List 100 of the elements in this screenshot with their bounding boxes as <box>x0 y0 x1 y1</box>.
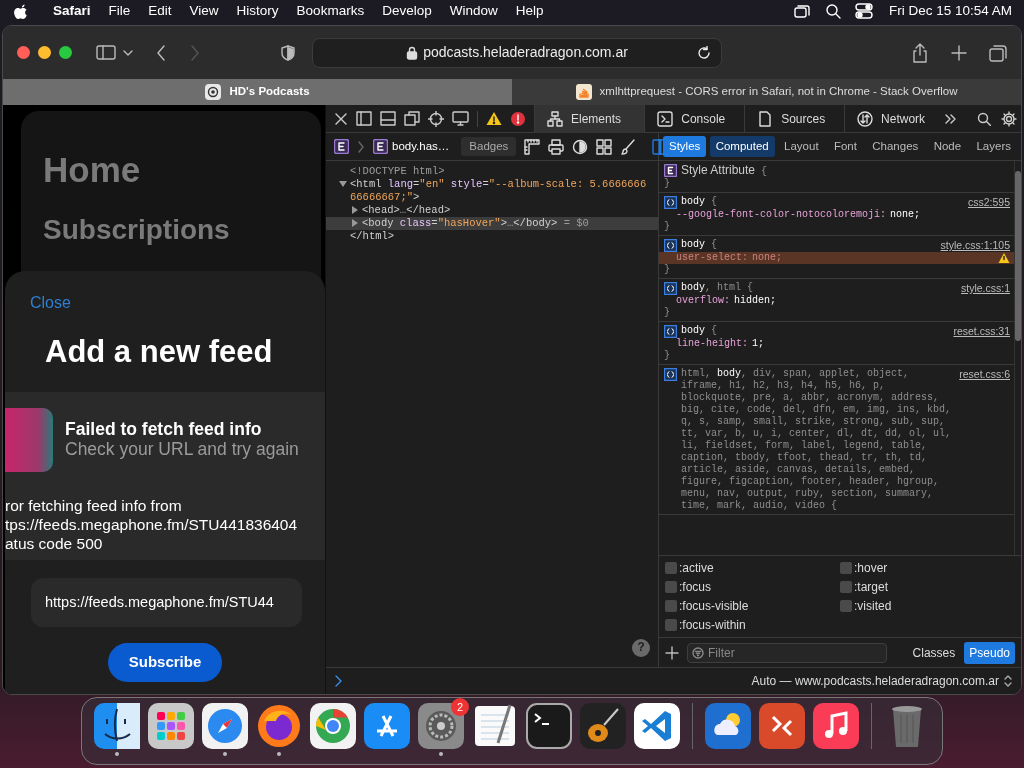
shield-icon[interactable] <box>280 44 296 61</box>
checkbox-label[interactable]: :focus <box>679 578 711 596</box>
share-icon[interactable] <box>911 42 929 63</box>
checkbox-label[interactable]: :focus-within <box>679 616 746 634</box>
devtools-tab[interactable]: Network <box>844 105 944 133</box>
filter-field[interactable]: Filter <box>687 642 887 663</box>
printer-icon[interactable] <box>548 138 565 155</box>
source-link[interactable]: css2:595 <box>967 196 1010 208</box>
error-icon[interactable] <box>510 110 526 127</box>
letter-a-icon[interactable] <box>364 703 410 749</box>
sidebar-tab[interactable]: Node <box>927 135 968 158</box>
guitar-icon[interactable] <box>580 703 626 749</box>
checkbox[interactable] <box>840 600 852 612</box>
source-link[interactable]: style.css:1:105 <box>940 239 1010 251</box>
crosshair-icon[interactable] <box>428 110 444 127</box>
source-link[interactable]: reset.css:6 <box>959 368 1010 380</box>
checkbox-label[interactable]: :hover <box>854 559 888 577</box>
dom-node-line[interactable]: </html> <box>326 230 658 243</box>
toggle-button[interactable]: Pseudo <box>964 641 1015 664</box>
source-link[interactable]: style.css:1 <box>961 282 1010 294</box>
menu-item[interactable]: File <box>99 0 140 22</box>
menu-item[interactable]: View <box>180 0 228 22</box>
sidebar-tab[interactable]: Changes <box>866 135 925 158</box>
windows-icon[interactable] <box>792 3 811 19</box>
double-chevron-icon[interactable] <box>944 112 957 125</box>
back-icon[interactable] <box>156 44 166 61</box>
arrows-icon[interactable] <box>759 703 805 749</box>
menu-item[interactable]: Edit <box>139 0 181 22</box>
sidebar-tab[interactable]: Computed <box>709 135 775 158</box>
dom-node-line[interactable]: <html lang="en" style="--album-scale: 5.666666666666667;"> <box>326 178 658 204</box>
sidebar-icon[interactable] <box>96 44 116 61</box>
checkbox-label[interactable]: :target <box>854 578 889 596</box>
zoom-window-button[interactable] <box>59 46 72 59</box>
checkbox-label[interactable]: :visited <box>854 597 892 615</box>
subscribe-button[interactable]: Subscribe <box>108 642 222 682</box>
cloud-sun-icon[interactable] <box>705 703 751 749</box>
smiling-face-icon[interactable] <box>94 703 140 749</box>
checkbox[interactable] <box>665 600 677 612</box>
gear-icon[interactable] <box>418 703 464 749</box>
prompt-chevron-icon[interactable] <box>334 675 344 687</box>
search-icon[interactable] <box>824 3 841 19</box>
checkbox-label[interactable]: :focus-visible <box>679 597 749 615</box>
circle-logo-icon[interactable] <box>310 703 356 749</box>
close-icon[interactable] <box>334 111 348 126</box>
checkbox[interactable] <box>665 619 677 631</box>
apple-icon[interactable] <box>12 2 28 20</box>
detach-window-icon[interactable] <box>404 111 420 126</box>
checkbox[interactable] <box>665 581 677 593</box>
scrollbar-thumb[interactable] <box>1015 171 1021 341</box>
source-link[interactable]: reset.css:31 <box>953 325 1010 337</box>
ribbon-logo-icon[interactable] <box>634 703 680 749</box>
up-down-chevron-icon[interactable] <box>1003 674 1013 688</box>
checkbox-label[interactable]: :active <box>679 559 714 577</box>
breadcrumb-item[interactable]: body.has… <box>373 137 450 156</box>
browser-tab[interactable]: HD's Podcasts <box>3 79 512 105</box>
warning-icon[interactable] <box>486 111 502 126</box>
address-bar[interactable]: podcasts.heladeradragon.com.ar <box>312 37 722 68</box>
compass-icon[interactable] <box>202 703 248 749</box>
menu-item[interactable]: Help <box>506 0 553 22</box>
menu-item[interactable]: History <box>227 0 288 22</box>
checkbox[interactable] <box>665 562 677 574</box>
monitor-icon[interactable] <box>452 111 469 126</box>
menu-item[interactable]: Bookmarks <box>287 0 374 22</box>
devtools-tab[interactable]: Elements <box>534 105 645 133</box>
close-window-button[interactable] <box>17 46 30 59</box>
contrast-icon[interactable] <box>572 138 589 155</box>
minimize-window-button[interactable] <box>38 46 51 59</box>
plus-icon[interactable] <box>951 44 967 61</box>
ruler-icon[interactable] <box>524 138 541 155</box>
sidebar-tab[interactable]: Layers <box>970 135 1017 158</box>
clock-text[interactable]: Fri Dec 15 10:54 AM <box>888 0 1012 22</box>
reload-icon[interactable] <box>697 45 711 60</box>
sidebar-tab[interactable]: Styles <box>663 135 707 158</box>
dom-node-line[interactable]: <!DOCTYPE html> <box>326 165 658 178</box>
disclosure-triangle-icon[interactable] <box>350 218 360 229</box>
sidebar-tab[interactable]: Font <box>827 135 863 158</box>
toggle-button[interactable]: Classes <box>907 641 961 664</box>
url-input[interactable]: https://feeds.megaphone.fm/STU44 <box>31 577 302 627</box>
terminal-icon[interactable] <box>526 703 572 749</box>
brush-icon[interactable] <box>620 138 637 155</box>
badges-button[interactable]: Badges <box>461 137 517 156</box>
search-icon[interactable] <box>977 111 991 126</box>
execution-context-text[interactable]: Auto — www.podcasts.heladeradragon.com.ar <box>751 672 999 690</box>
menu-item[interactable]: Window <box>440 0 507 22</box>
warning-icon[interactable] <box>998 252 1010 264</box>
notepad-pen-icon[interactable] <box>472 703 518 749</box>
dock-bottom-icon[interactable] <box>380 111 396 126</box>
devtools-tab[interactable]: Console <box>644 105 745 133</box>
sidebar-tab[interactable]: Layout <box>778 135 825 158</box>
grid-icon[interactable] <box>596 138 613 155</box>
menu-item[interactable]: Develop <box>373 0 441 22</box>
tabs-overview-icon[interactable] <box>989 43 1007 62</box>
disclosure-triangle-icon[interactable] <box>350 205 360 216</box>
checkbox[interactable] <box>840 562 852 574</box>
close-link[interactable]: Close <box>5 271 71 315</box>
toggles-icon[interactable] <box>854 3 873 19</box>
music-note-icon[interactable] <box>813 703 859 749</box>
dock-left-icon[interactable] <box>356 111 372 126</box>
app-grid-icon[interactable] <box>148 703 194 749</box>
settings-icon[interactable] <box>1001 110 1017 127</box>
